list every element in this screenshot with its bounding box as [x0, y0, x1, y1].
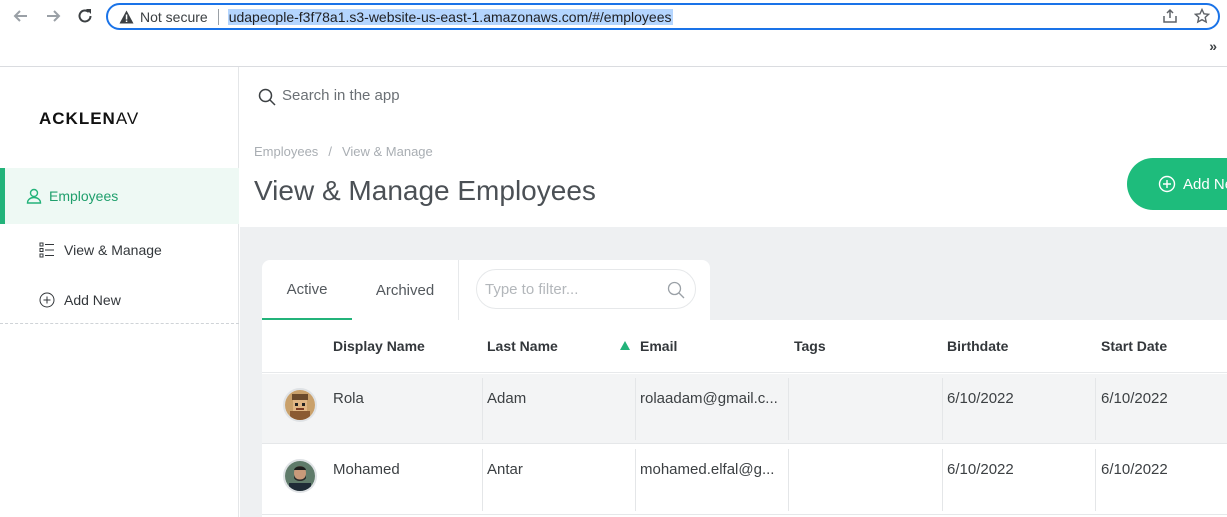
search-icon[interactable]	[667, 281, 685, 299]
cell-divider	[635, 378, 636, 440]
cell-divider	[482, 378, 483, 440]
employees-table: Display Name Last Name Email Tags Birthd…	[262, 320, 1227, 517]
cell-last-name: Adam	[487, 390, 527, 407]
cell-display-name: Mohamed	[333, 461, 400, 478]
cell-divider	[1095, 378, 1096, 440]
sidebar-item-add-new[interactable]: Add New	[0, 285, 239, 315]
logo[interactable]: ACKLENAV	[39, 109, 139, 129]
filter-placeholder: Type to filter...	[485, 281, 579, 298]
table-row[interactable]: Mohamed Antar mohamed.elfal@g... 6/10/20…	[262, 445, 1227, 515]
column-header-last-name[interactable]: Last Name	[487, 338, 558, 354]
column-header-birthdate[interactable]: Birthdate	[947, 338, 1008, 354]
cell-divider	[482, 449, 483, 511]
search-icon	[258, 88, 276, 106]
table-row[interactable]: Rola Adam rolaadam@gmail.c... 6/10/2022 …	[262, 374, 1227, 444]
search-input[interactable]: Search in the app	[282, 87, 400, 104]
column-header-start-date[interactable]: Start Date	[1101, 338, 1167, 354]
share-icon[interactable]	[1162, 8, 1178, 28]
cell-birthdate: 6/10/2022	[947, 390, 1014, 407]
back-icon[interactable]	[11, 6, 31, 26]
sidebar: ACKLENAV Employees View & Manage Add New	[0, 67, 239, 517]
sidebar-divider	[0, 323, 239, 324]
plus-circle-icon	[39, 292, 55, 308]
list-icon	[39, 242, 55, 258]
tab-archived[interactable]: Archived	[352, 260, 458, 320]
cell-divider	[788, 449, 789, 511]
cell-divider	[942, 378, 943, 440]
avatar	[283, 388, 317, 422]
cell-divider	[942, 449, 943, 511]
breadcrumb-item-view-manage: View & Manage	[341, 144, 433, 159]
add-new-button[interactable]: Add Ne	[1127, 158, 1227, 210]
breadcrumb-separator: /	[328, 144, 332, 159]
add-new-button-label: Add Ne	[1183, 175, 1227, 193]
cell-start-date: 6/10/2022	[1101, 390, 1168, 407]
column-header-tags[interactable]: Tags	[794, 338, 826, 354]
forward-icon[interactable]	[43, 6, 63, 26]
breadcrumb-item-employees[interactable]: Employees	[254, 144, 318, 159]
avatar	[283, 459, 317, 493]
cell-email: rolaadam@gmail.c...	[640, 390, 778, 407]
sidebar-item-employees[interactable]: Employees	[0, 168, 239, 224]
cell-divider	[1095, 449, 1096, 511]
cell-divider	[788, 378, 789, 440]
tab-active[interactable]: Active	[262, 260, 352, 320]
table-header: Display Name Last Name Email Tags Birthd…	[262, 320, 1227, 373]
reload-icon[interactable]	[75, 6, 95, 26]
security-label[interactable]: Not secure	[140, 9, 208, 25]
browser-chrome: Not secure udapeople-f3f78a1.s3-website-…	[0, 0, 1227, 67]
user-icon	[25, 187, 43, 205]
bookmarks-overflow-icon[interactable]: »	[1209, 38, 1217, 54]
sidebar-item-label: Employees	[49, 188, 119, 204]
sort-ascending-icon[interactable]	[620, 341, 630, 350]
cell-display-name: Rola	[333, 390, 364, 407]
cell-start-date: 6/10/2022	[1101, 461, 1168, 478]
warning-icon[interactable]	[118, 9, 134, 25]
cell-last-name: Antar	[487, 461, 523, 478]
breadcrumb: Employees / View & Manage	[254, 144, 433, 159]
cell-email: mohamed.elfal@g...	[640, 461, 775, 478]
address-bar[interactable]: Not secure udapeople-f3f78a1.s3-website-…	[106, 3, 1220, 30]
url-text[interactable]: udapeople-f3f78a1.s3-website-us-east-1.a…	[227, 8, 673, 25]
bookmark-star-icon[interactable]	[1193, 7, 1211, 28]
page-title: View & Manage Employees	[254, 175, 596, 206]
column-header-email[interactable]: Email	[640, 338, 677, 354]
top-search-bar[interactable]: Search in the app	[240, 67, 1227, 127]
sidebar-item-label: View & Manage	[64, 242, 162, 258]
tab-divider	[458, 260, 459, 320]
sidebar-item-view-manage[interactable]: View & Manage	[0, 235, 239, 265]
cell-divider	[635, 449, 636, 511]
address-divider	[217, 8, 219, 25]
plus-circle-icon	[1158, 175, 1176, 193]
tabs-panel: Active Archived Type to filter...	[262, 260, 710, 320]
cell-birthdate: 6/10/2022	[947, 461, 1014, 478]
sidebar-item-label: Add New	[64, 292, 121, 308]
filter-input[interactable]: Type to filter...	[476, 269, 696, 309]
column-header-display-name[interactable]: Display Name	[333, 338, 425, 354]
